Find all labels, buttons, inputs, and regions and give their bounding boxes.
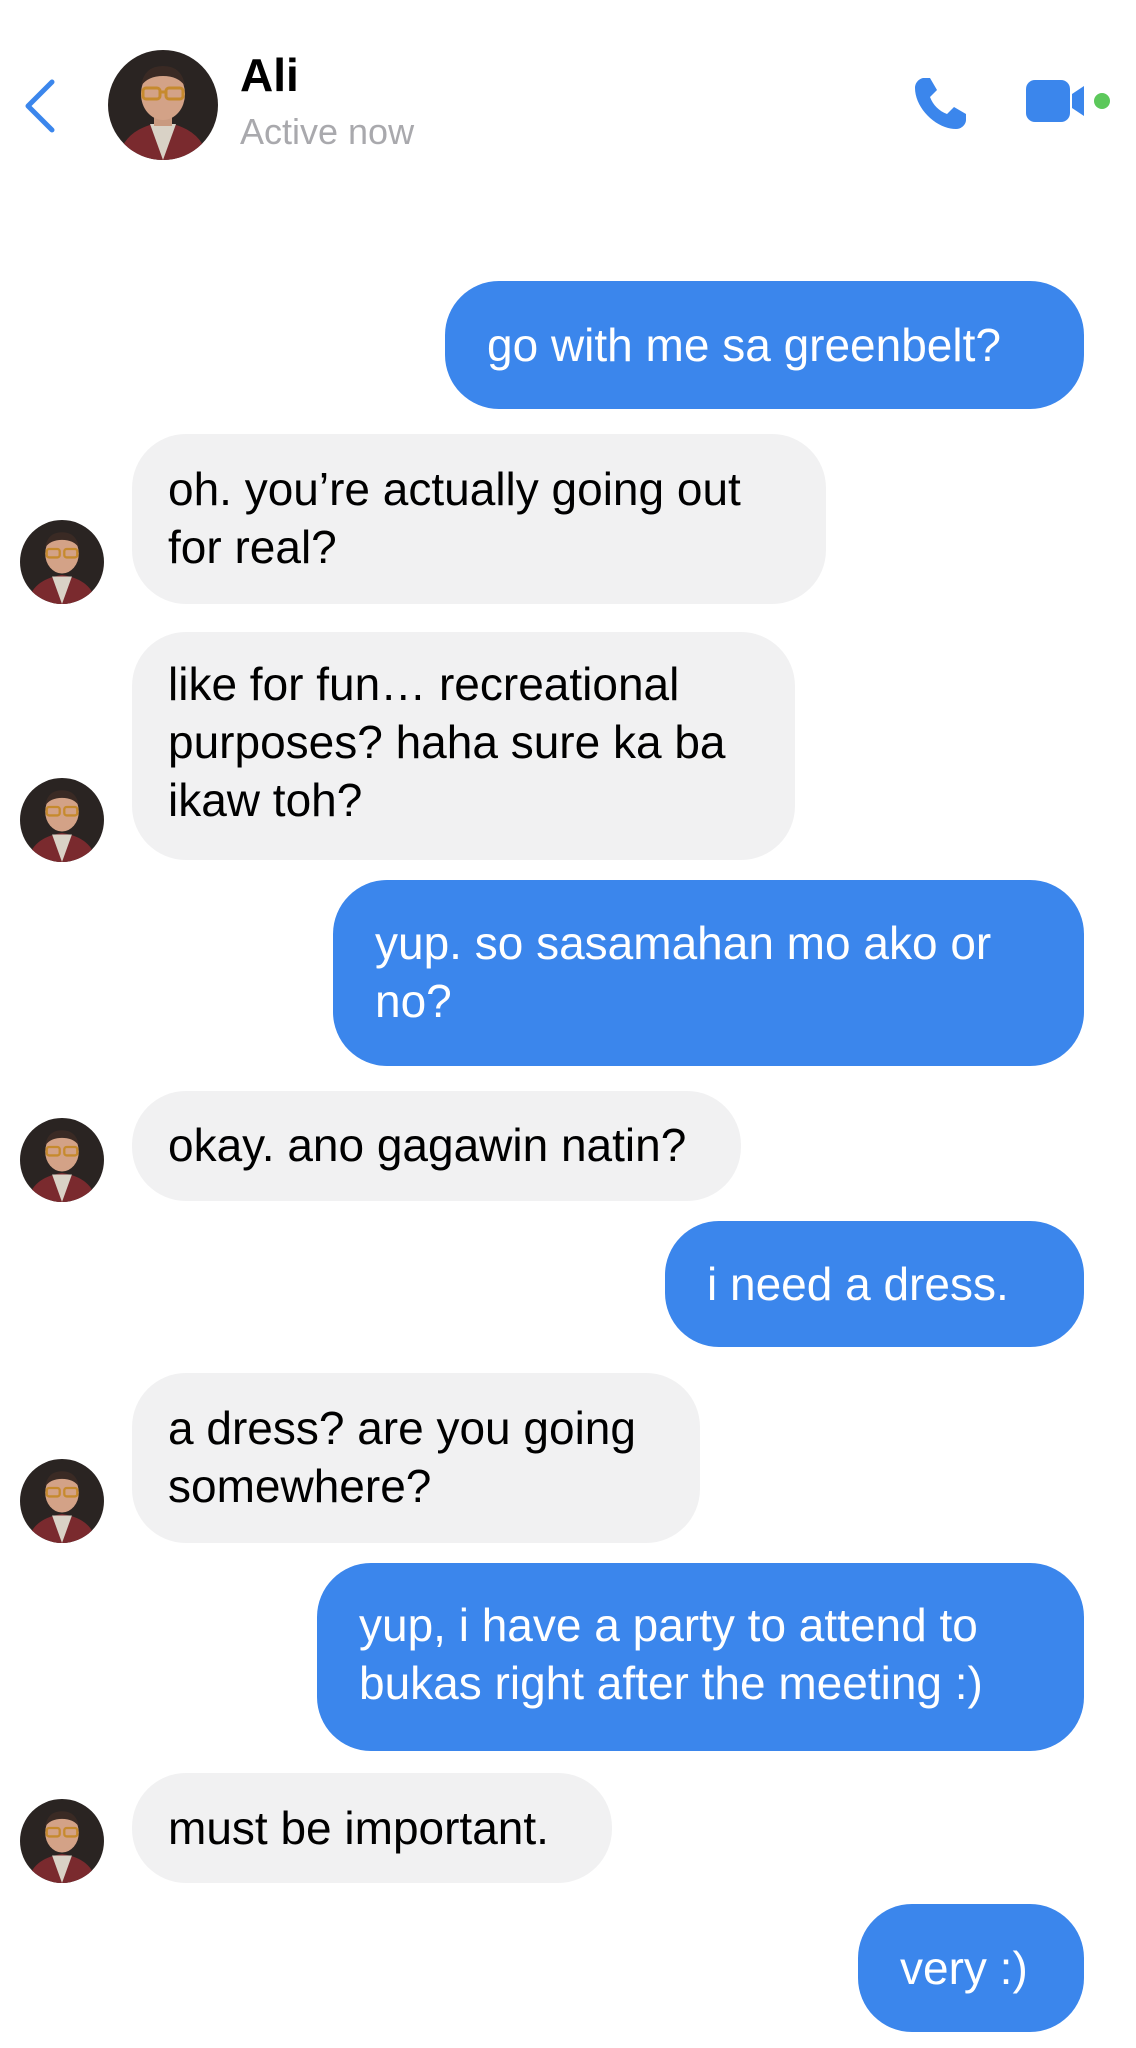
sender-avatar [20, 520, 104, 604]
message-bubble-incoming[interactable]: a dress? are you going somewhere? [132, 1373, 700, 1543]
sender-avatar [20, 1459, 104, 1543]
chat-header: Ali Active now [0, 0, 1136, 180]
contact-avatar[interactable] [108, 50, 218, 160]
message-bubble-outgoing[interactable]: i need a dress. [665, 1221, 1084, 1347]
online-indicator-dot [1094, 93, 1110, 109]
message-bubble-outgoing[interactable]: yup. so sasamahan mo ako or no? [333, 880, 1084, 1066]
phone-icon[interactable] [910, 74, 970, 134]
message-bubble-incoming[interactable]: oh. you’re actually going out for real? [132, 434, 826, 604]
message-bubble-outgoing[interactable]: go with me sa greenbelt? [445, 281, 1084, 409]
video-camera-icon[interactable] [1024, 76, 1114, 126]
chevron-left-icon[interactable] [22, 78, 58, 134]
sender-avatar [20, 1799, 104, 1883]
sender-avatar [20, 778, 104, 862]
avatar-photo [108, 50, 218, 160]
contact-name: Ali [240, 49, 299, 101]
sender-avatar [20, 1118, 104, 1202]
message-bubble-outgoing[interactable]: very :) [858, 1904, 1084, 2032]
message-bubble-outgoing[interactable]: yup, i have a party to attend to bukas r… [317, 1563, 1084, 1751]
active-status: Active now [240, 111, 415, 152]
message-bubble-incoming[interactable]: must be important. [132, 1773, 612, 1883]
message-bubble-incoming[interactable]: okay. ano gagawin natin? [132, 1091, 741, 1201]
message-bubble-incoming[interactable]: like for fun… recreational purposes? hah… [132, 632, 795, 860]
